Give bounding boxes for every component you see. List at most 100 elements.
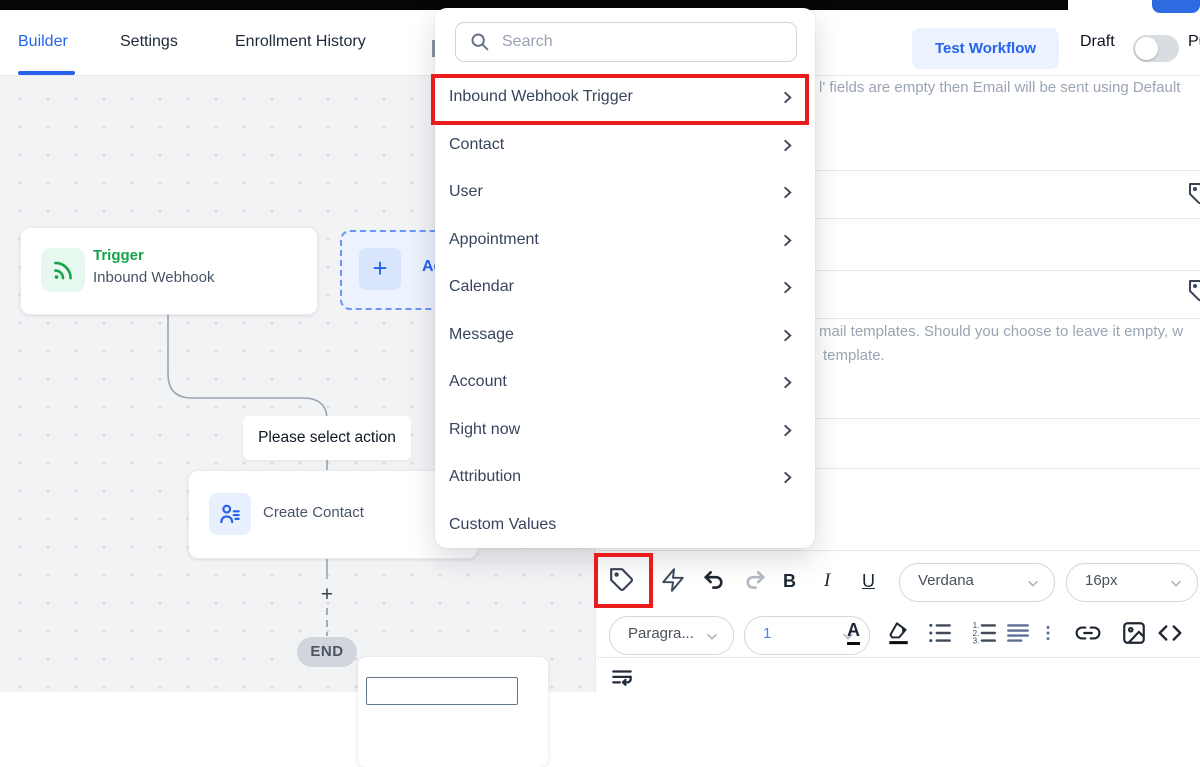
- image-button[interactable]: [1121, 620, 1147, 646]
- italic-button[interactable]: I: [824, 568, 830, 594]
- menu-item-contact[interactable]: Contact: [435, 125, 815, 165]
- create-contact-icon-bg: [209, 493, 251, 535]
- menu-item-inbound-webhook-trigger[interactable]: Inbound Webhook Trigger: [435, 77, 815, 117]
- chevron-right-icon: [780, 185, 795, 200]
- draft-label: Draft: [1080, 10, 1115, 74]
- active-tab-underline: [18, 71, 75, 75]
- tag-icon: [609, 567, 635, 593]
- tab-enrollment-history[interactable]: Enrollment History: [235, 10, 366, 74]
- code-button[interactable]: [1157, 620, 1183, 646]
- chevron-right-icon: [780, 233, 795, 248]
- font-family-select[interactable]: Verdana: [899, 563, 1055, 602]
- more-options-button[interactable]: [1039, 620, 1057, 646]
- tab-settings[interactable]: Settings: [120, 10, 178, 74]
- publish-label-partial: Pu: [1188, 10, 1200, 74]
- chevron-right-icon: [780, 470, 795, 485]
- merge-tag-button[interactable]: [609, 567, 635, 593]
- insert-step-plus[interactable]: +: [315, 583, 339, 607]
- trigger-link-button[interactable]: [660, 567, 686, 593]
- link-button[interactable]: [1075, 620, 1101, 646]
- bold-button[interactable]: B: [783, 568, 796, 594]
- search-icon: [469, 31, 490, 52]
- trigger-icon-bg: [41, 248, 85, 292]
- contact-person-icon: [217, 501, 243, 527]
- helper-text-mid2: template.: [823, 347, 1200, 364]
- font-size-select[interactable]: 16px: [1066, 563, 1198, 602]
- bullet-list-button[interactable]: [927, 620, 953, 646]
- plus-glyph: +: [359, 248, 401, 290]
- chevron-right-icon: [780, 328, 795, 343]
- chevron-right-icon: [780, 423, 795, 438]
- menu-item-user[interactable]: User: [435, 172, 815, 212]
- redo-icon: [741, 568, 767, 594]
- image-icon: [1121, 620, 1147, 646]
- menu-item-right-now[interactable]: Right now: [435, 410, 815, 450]
- ordered-list-button[interactable]: 1.2.3.: [971, 620, 997, 646]
- chevron-right-icon: [780, 375, 795, 390]
- lightning-icon: [660, 567, 686, 593]
- redo-button[interactable]: [741, 568, 767, 594]
- paragraph-style-select[interactable]: Paragra...: [609, 616, 734, 655]
- menu-item-message[interactable]: Message: [435, 315, 815, 355]
- menu-item-label: Message: [449, 315, 514, 355]
- align-button[interactable]: [1005, 620, 1031, 646]
- clipped-blue-button[interactable]: [1152, 0, 1200, 13]
- menu-item-label: Contact: [449, 125, 504, 165]
- text-color-button[interactable]: A: [847, 619, 860, 645]
- align-justify-icon: [1005, 620, 1031, 646]
- underline-button[interactable]: U: [862, 568, 875, 594]
- clipped-input-field[interactable]: [366, 677, 518, 705]
- menu-item-label: Calendar: [449, 267, 514, 307]
- svg-text:3.: 3.: [973, 636, 980, 645]
- line-height-value: 1: [763, 625, 771, 642]
- toggle-knob: [1135, 37, 1158, 60]
- highlighter-icon: [885, 619, 911, 645]
- text-wrap-icon: [609, 665, 635, 691]
- menu-item-custom-values[interactable]: Custom Values: [435, 505, 815, 545]
- trigger-node-subtitle: Inbound Webhook: [93, 269, 215, 286]
- menu-item-label: Attribution: [449, 457, 521, 497]
- rss-icon: [50, 257, 76, 283]
- highlight-button[interactable]: [885, 619, 911, 645]
- tag-field-icon[interactable]: [1188, 279, 1200, 303]
- chevron-down-icon: [705, 629, 719, 643]
- chevron-right-icon: [780, 280, 795, 295]
- menu-item-appointment[interactable]: Appointment: [435, 220, 815, 260]
- bullet-list-icon: [927, 620, 953, 646]
- chevron-down-icon: [1169, 576, 1183, 590]
- chevron-right-icon: [780, 90, 795, 105]
- text-wrap-button[interactable]: [609, 665, 635, 691]
- link-icon: [1075, 620, 1101, 646]
- search-box[interactable]: [455, 22, 797, 62]
- font-family-value: Verdana: [918, 572, 974, 589]
- undo-icon: [702, 568, 728, 594]
- menu-item-label: Appointment: [449, 220, 539, 260]
- clipped-config-card: [358, 657, 548, 767]
- create-contact-label: Create Contact: [263, 504, 364, 521]
- publish-toggle[interactable]: [1133, 35, 1179, 62]
- menu-item-calendar[interactable]: Calendar: [435, 267, 815, 307]
- undo-button[interactable]: [702, 568, 728, 594]
- select-action-prompt: Please select action: [243, 416, 411, 460]
- ordered-list-icon: 1.2.3.: [971, 620, 997, 646]
- tab-builder[interactable]: Builder: [18, 10, 68, 74]
- menu-item-account[interactable]: Account: [435, 362, 815, 402]
- toolbar-row-divider: [598, 657, 1200, 658]
- helper-text-top: l' fields are empty then Email will be s…: [819, 79, 1200, 96]
- paragraph-style-value: Paragra...: [628, 625, 694, 642]
- toolbar-top-divider: [598, 550, 1200, 551]
- trigger-node-card[interactable]: Trigger Inbound Webhook: [20, 227, 318, 315]
- menu-item-attribution[interactable]: Attribution: [435, 457, 815, 497]
- tag-field-icon[interactable]: [1188, 182, 1200, 206]
- test-workflow-button[interactable]: Test Workflow: [912, 28, 1059, 69]
- menu-item-label: Right now: [449, 410, 520, 450]
- trigger-node-title: Trigger: [93, 247, 144, 264]
- action-picker-popup: Inbound Webhook Trigger Contact User App…: [435, 8, 815, 548]
- end-node: END: [297, 637, 357, 667]
- chevron-down-icon: [1026, 576, 1040, 590]
- kebab-menu-icon: [1039, 620, 1057, 646]
- font-size-value: 16px: [1085, 572, 1118, 589]
- menu-item-label: User: [449, 172, 483, 212]
- menu-item-label: Custom Values: [449, 505, 556, 545]
- search-input[interactable]: [500, 24, 789, 60]
